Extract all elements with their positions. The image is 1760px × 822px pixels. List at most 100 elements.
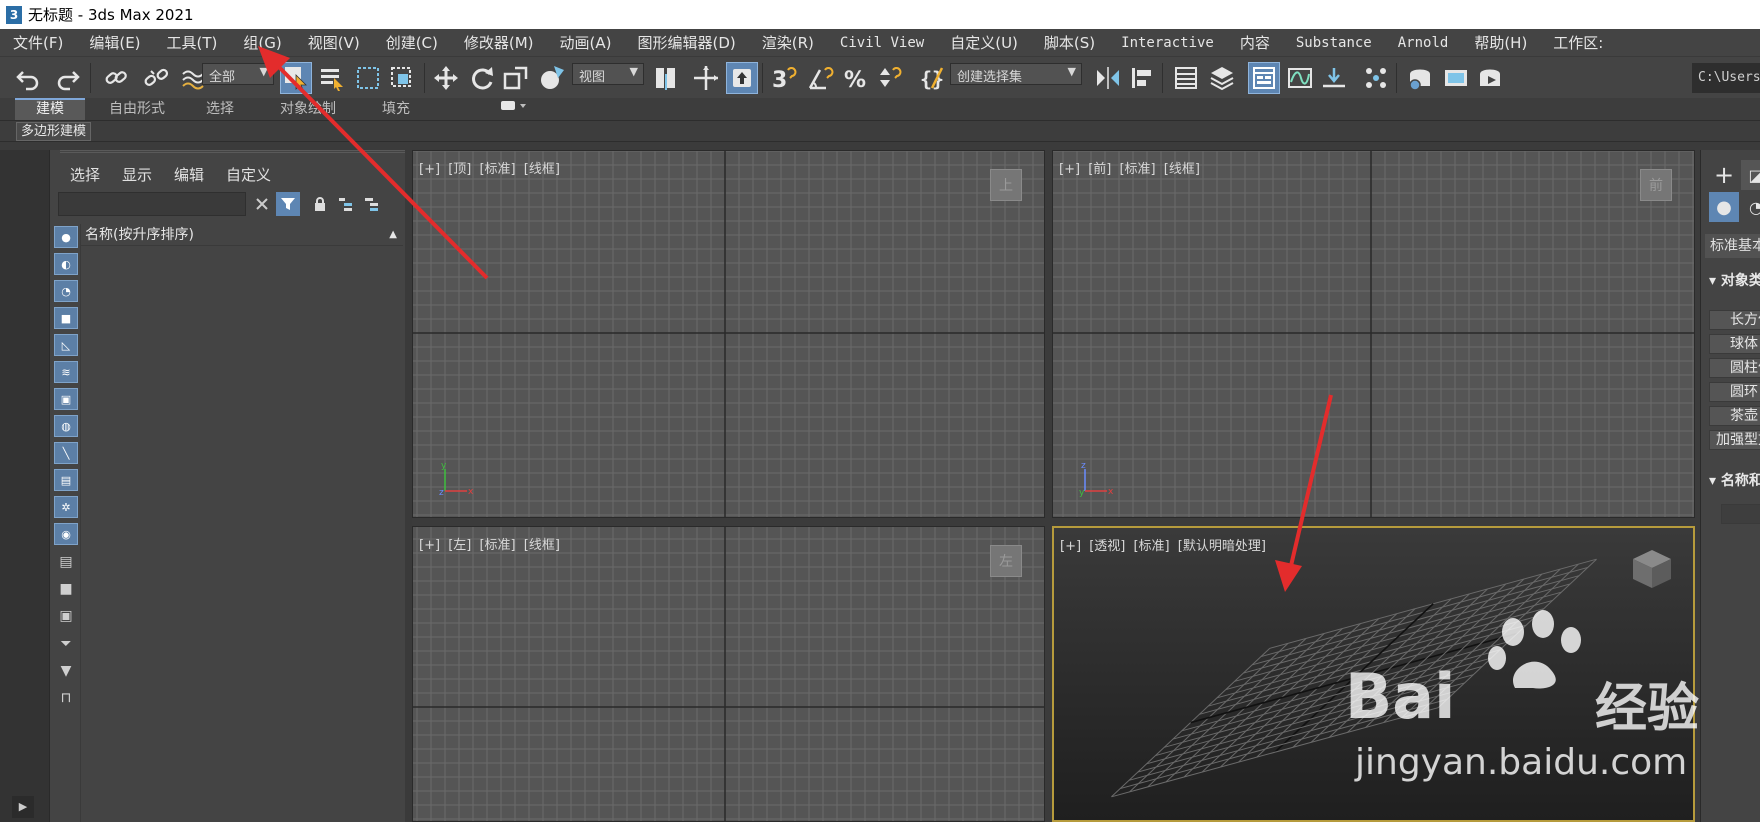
xrefs-filter-icon[interactable]: ◍ (54, 415, 78, 437)
object-category-dropdown[interactable]: 标准基本体 (1705, 234, 1760, 258)
display-none-icon[interactable]: ■ (54, 578, 78, 600)
link-icon[interactable] (100, 62, 132, 94)
viewport-perspective[interactable]: [+] [透视] [标准] [默认明暗处理] (1052, 526, 1695, 822)
containers-filter-icon[interactable]: ▤ (54, 469, 78, 491)
viewport-shading-mode[interactable]: [默认明暗处理] (1178, 539, 1266, 554)
menu-graph-editors[interactable]: 图形编辑器(D) (625, 32, 749, 53)
edit-named-selection-icon[interactable]: {} (916, 62, 948, 94)
menu-customize[interactable]: 自定义(U) (937, 32, 1031, 53)
render-production-icon[interactable] (1474, 62, 1506, 94)
menu-modifiers[interactable]: 修改器(M) (451, 32, 547, 53)
window-crossing-icon[interactable] (386, 62, 418, 94)
redo-icon[interactable] (52, 62, 84, 94)
menu-substance[interactable]: Substance (1283, 35, 1385, 51)
lights-filter-icon[interactable]: ◔ (54, 280, 78, 302)
menu-help[interactable]: 帮助(H) (1461, 32, 1540, 53)
viewport-shading-mode[interactable]: [线框] (1164, 162, 1200, 177)
pivot-center-icon[interactable] (650, 62, 682, 94)
viewport-left[interactable]: [+] [左] [标准] [线框] 左 (412, 526, 1045, 822)
snaps-toggle-icon[interactable]: 3 (768, 62, 800, 94)
name-column-header[interactable]: 名称(按升序排序) ▲ (81, 224, 403, 246)
geometry-category-icon[interactable]: ● (1709, 192, 1739, 222)
unlink-icon[interactable] (140, 62, 172, 94)
rollout-name-color[interactable]: ▾ 名称和颜色 (1709, 470, 1760, 490)
material-editor-icon[interactable] (1360, 62, 1392, 94)
tab-object-paint[interactable]: 对象绘制 (258, 98, 358, 120)
scene-explorer-toggle-icon[interactable] (1170, 62, 1202, 94)
menu-animation[interactable]: 动画(A) (547, 32, 625, 53)
funnel-icon[interactable]: ▼ (54, 660, 78, 682)
cylinder-button[interactable]: 圆柱体 (1709, 358, 1760, 378)
undo-icon[interactable] (12, 62, 44, 94)
viewport-shading-mode[interactable]: [线框] (524, 538, 560, 553)
viewport-menu-plus[interactable]: [+] (419, 162, 440, 177)
select-by-name-icon[interactable] (316, 62, 348, 94)
space-warps-filter-icon[interactable]: ≋ (54, 361, 78, 383)
reference-coordinate-dropdown[interactable]: 视图 ▼ (572, 63, 644, 85)
shapes-category-icon[interactable]: ◔ (1741, 192, 1760, 222)
tab-modeling[interactable]: 建模 (15, 98, 85, 120)
keyboard-shortcut-override-icon[interactable] (726, 62, 758, 94)
spinner-snap-icon[interactable] (874, 62, 906, 94)
object-name-field[interactable] (1721, 504, 1760, 524)
shapes-filter-icon[interactable]: ◐ (54, 253, 78, 275)
menu-workspace[interactable]: 工作区: (1540, 32, 1616, 53)
sphere-button[interactable]: 球体 (1709, 334, 1760, 354)
layer-explorer-icon[interactable] (1206, 62, 1238, 94)
menu-edit[interactable]: 编辑(E) (76, 32, 153, 53)
menu-create[interactable]: 创建(C) (373, 32, 451, 53)
tab-selection[interactable]: 选择 (190, 98, 250, 120)
viewcube-icon[interactable]: 前 (1640, 169, 1672, 201)
modify-tab-icon[interactable]: ◪ (1741, 160, 1760, 190)
tab-populate[interactable]: 填充 (366, 98, 426, 120)
layer-hierarchy-icon[interactable] (360, 192, 384, 216)
rendered-frame-window-icon[interactable] (1440, 62, 1472, 94)
angle-snap-icon[interactable] (804, 62, 836, 94)
polygon-modeling-panel[interactable]: 多边形建模 (16, 122, 92, 141)
cameras-filter-icon[interactable]: ■ (54, 307, 78, 329)
scene-object-list[interactable]: 名称(按升序排序) ▲ (80, 224, 403, 822)
display-invert-icon[interactable]: ▣ (54, 605, 78, 627)
menu-interactive[interactable]: Interactive (1108, 35, 1227, 51)
display-all-icon[interactable]: ▤ (54, 551, 78, 573)
select-object-icon[interactable] (280, 62, 312, 94)
hidden-filter-icon[interactable]: ◉ (54, 523, 78, 545)
menu-arnold[interactable]: Arnold (1385, 35, 1462, 51)
filter-options-icon[interactable]: ⏷ (54, 633, 78, 655)
named-selection-dropdown[interactable]: 创建选择集 ▼ (950, 63, 1082, 85)
panel-splitter[interactable] (405, 150, 412, 822)
create-tab-plus-icon[interactable]: + (1709, 160, 1739, 190)
viewport-top[interactable]: [+] [顶] [标准] [线框] 上 y z x (412, 150, 1045, 518)
schematic-view-icon[interactable] (1318, 62, 1350, 94)
viewport-menu-plus[interactable]: [+] (1060, 539, 1081, 554)
toggle-ribbon-icon[interactable] (1248, 62, 1280, 94)
menu-tools[interactable]: 工具(T) (154, 32, 231, 53)
se-menu-customize[interactable]: 自定义 (226, 164, 271, 185)
align-icon[interactable] (1126, 62, 1158, 94)
viewport-point-of-view[interactable]: [透视] (1089, 539, 1125, 554)
viewport-front[interactable]: [+] [前] [标准] [线框] 前 z y x (1052, 150, 1695, 518)
teapot-button[interactable]: 茶壶 (1709, 406, 1760, 426)
menu-civil-view[interactable]: Civil View (827, 35, 937, 51)
rollout-object-type[interactable]: ▾ 对象类型 (1709, 270, 1760, 290)
expand-arrow-icon[interactable]: ▶ (12, 796, 34, 818)
viewport-shading-standard[interactable]: [标准] (1133, 539, 1169, 554)
viewport-shading-standard[interactable]: [标准] (1119, 162, 1155, 177)
project-path-field[interactable]: C:\Users\ (1692, 63, 1760, 93)
viewport-point-of-view[interactable]: [左] (448, 538, 471, 553)
viewport-shading-standard[interactable]: [标准] (479, 538, 515, 553)
bones-filter-icon[interactable]: ╲ (54, 442, 78, 464)
percent-snap-icon[interactable]: % (840, 62, 872, 94)
render-setup-icon[interactable] (1404, 62, 1436, 94)
hierarchy-icon[interactable] (334, 192, 358, 216)
se-menu-edit[interactable]: 编辑 (174, 164, 204, 185)
viewport-shading-standard[interactable]: [标准] (479, 162, 515, 177)
select-manipulate-icon[interactable] (690, 62, 722, 94)
helpers-filter-icon[interactable]: ◺ (54, 334, 78, 356)
viewport-point-of-view[interactable]: [顶] (448, 162, 471, 177)
se-menu-display[interactable]: 显示 (122, 164, 152, 185)
tab-freeform[interactable]: 自由形式 (92, 98, 182, 120)
mirror-icon[interactable] (1092, 62, 1124, 94)
clear-search-icon[interactable] (250, 192, 274, 216)
ribbon-options-button[interactable] (494, 98, 534, 120)
